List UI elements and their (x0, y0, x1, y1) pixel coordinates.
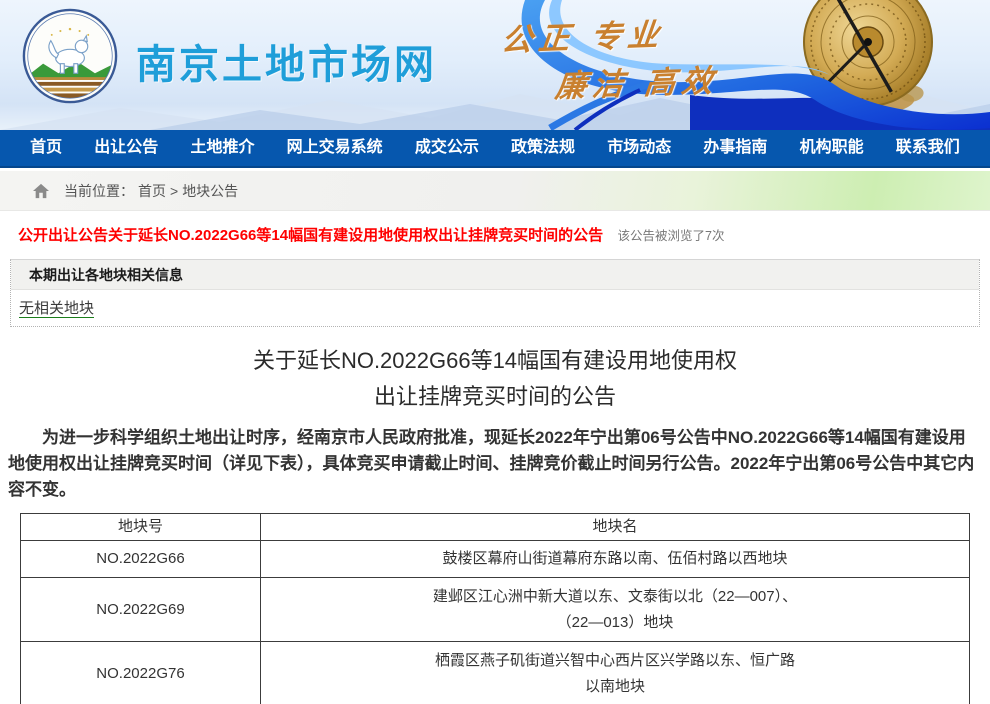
nav-item-contact[interactable]: 联系我们 (896, 130, 960, 166)
nav-item-deal-publicity[interactable]: 成交公示 (415, 130, 479, 166)
plot-name-cell: 建邺区江心洲中新大道以东、文泰街以北（22—007）、 （22—013）地块 (260, 577, 970, 642)
article-body-paragraph: 为进一步科学组织土地出让时序，经南京市人民政府批准，现延长2022年宁出第06号… (8, 428, 975, 499)
breadcrumb-home-link[interactable]: 首页 (138, 181, 166, 201)
slogan-line-2: 廉洁 高效 (553, 63, 721, 104)
notice-line: 公开出让公告关于延长NO.2022G66等14幅国有建设用地使用权出让挂牌竞买时… (0, 211, 990, 251)
site-header: 南京土地市场网 公正 专业 廉洁 高效 (0, 0, 990, 130)
slogan-line-1: 公正 专业 (499, 17, 667, 58)
no-related-plots-link[interactable]: 无相关地块 (19, 300, 95, 318)
column-header-plot-number: 地块号 (20, 513, 261, 541)
article-title-line-1: 关于延长NO.2022G66等14幅国有建设用地使用权 (252, 348, 738, 373)
nav-item-transfer-notices[interactable]: 出让公告 (94, 130, 158, 166)
plot-name-cell: 鼓楼区幕府山街道幕府东路以南、伍佰村路以西地块 (260, 540, 970, 578)
nav-item-online-trading[interactable]: 网上交易系统 (287, 130, 383, 166)
table-header-row: 地块号 地块名 (20, 513, 970, 541)
site-logo-icon (22, 8, 118, 104)
table-row: NO.2022G66 鼓楼区幕府山街道幕府东路以南、伍佰村路以西地块 (20, 540, 970, 578)
table-row: NO.2022G69 建邺区江心洲中新大道以东、文泰街以北（22—007）、 （… (20, 577, 970, 642)
nav-item-service-guide[interactable]: 办事指南 (703, 130, 767, 166)
nav-item-home[interactable]: 首页 (30, 130, 62, 166)
breadcrumb-prefix: 当前位置： (64, 182, 134, 199)
plot-number-cell: NO.2022G69 (20, 577, 261, 642)
nav-item-policies[interactable]: 政策法规 (511, 130, 575, 166)
related-plots-box: 本期出让各地块相关信息 无相关地块 (10, 259, 980, 327)
related-plots-box-body: 无相关地块 (11, 290, 979, 326)
breadcrumb-current: 地块公告 (182, 182, 239, 199)
column-header-plot-name: 地块名 (260, 513, 970, 541)
nav-item-market-news[interactable]: 市场动态 (607, 130, 671, 166)
main-nav: 首页 出让公告 土地推介 网上交易系统 成交公示 政策法规 市场动态 办事指南 … (0, 130, 990, 168)
article-title-line-2: 出让挂牌竞买时间的公告 (373, 384, 616, 409)
home-icon (33, 183, 49, 198)
nav-item-land-promotion[interactable]: 土地推介 (190, 130, 254, 166)
breadcrumb-separator: > (170, 182, 179, 199)
plot-number-cell: NO.2022G76 (20, 641, 261, 704)
related-plots-box-title: 本期出让各地块相关信息 (11, 260, 979, 290)
nav-item-functions[interactable]: 机构职能 (800, 130, 864, 166)
table-row: NO.2022G76 栖霞区燕子矶街道兴智中心西片区兴学路以东、恒广路 以南地块 (20, 641, 970, 704)
notice-title: 公开出让公告关于延长NO.2022G66等14幅国有建设用地使用权出让挂牌竞买时… (18, 227, 604, 244)
plots-table: 地块号 地块名 NO.2022G66 鼓楼区幕府山街道幕府东路以南、伍佰村路以西… (20, 513, 970, 704)
breadcrumb: 当前位置： 首页 > 地块公告 (0, 171, 990, 211)
plot-number-cell: NO.2022G66 (20, 540, 261, 578)
plot-name-cell: 栖霞区燕子矶街道兴智中心西片区兴学路以东、恒广路 以南地块 (260, 641, 970, 704)
notice-view-count: 该公告被浏览了7次 (617, 229, 725, 243)
site-title: 南京土地市场网 (136, 43, 437, 87)
